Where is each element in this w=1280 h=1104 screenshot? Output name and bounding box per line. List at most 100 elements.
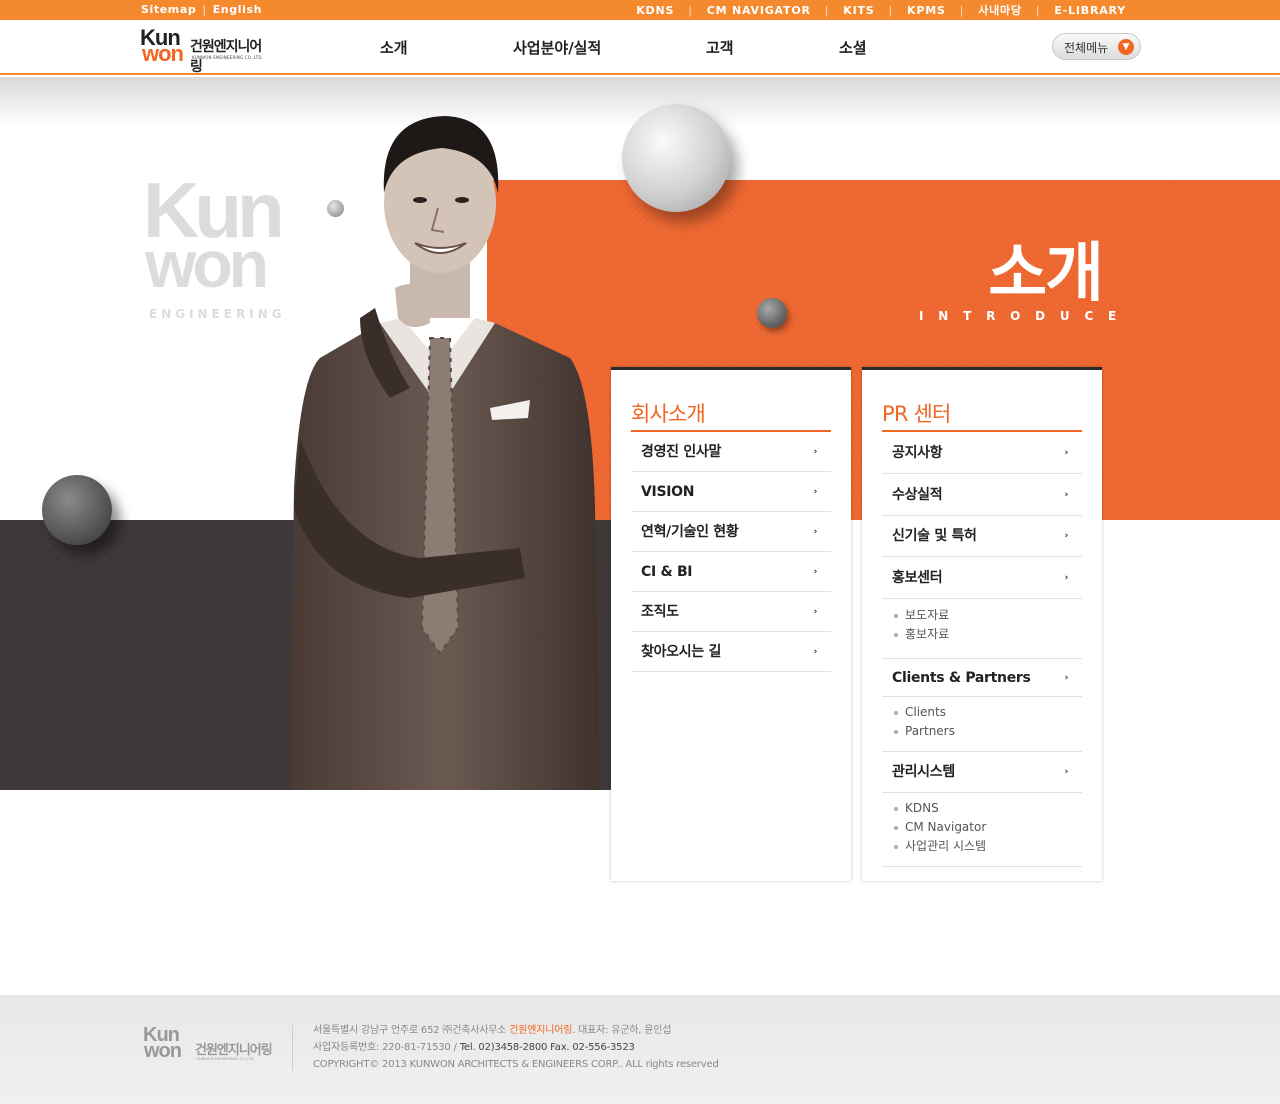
footer-contact-line: 사업자등록번호: 220-81-71530 / Tel. 02)3458-280… bbox=[313, 1039, 719, 1056]
menu-item-clients-partners[interactable]: Clients & Partners › bbox=[882, 659, 1082, 697]
menu-item-label: 연혁/기술인 현황 bbox=[641, 524, 739, 540]
menu-item-label: 찾아오시는 길 bbox=[641, 644, 722, 660]
all-menu-label: 전체메뉴 bbox=[1064, 41, 1109, 55]
arrow-right-icon: › bbox=[1064, 448, 1069, 458]
footer-info: 서울특별시 강남구 언주로 652 ㈜건축사사무소 건원엔지니어링. 대표자: … bbox=[313, 1022, 719, 1073]
footer-logo-bottom: won bbox=[144, 1040, 182, 1062]
company-menu-title: 회사소개 bbox=[631, 370, 831, 432]
footer: Kun won 건원엔지니어링 KUNWON ENGINEERING CO.,L… bbox=[0, 995, 1280, 1104]
large-sphere bbox=[622, 104, 730, 212]
footer-logo-english: KUNWON ENGINEERING CO.,LTD. bbox=[197, 1057, 255, 1061]
menu-item-label: 경영진 인사말 bbox=[641, 444, 722, 460]
submenu-promo-materials[interactable]: 홍보자료 bbox=[892, 625, 1082, 644]
cm-navigator-link[interactable]: CM NAVIGATOR bbox=[707, 4, 811, 17]
menu-item-label: 신기술 및 특허 bbox=[892, 528, 977, 544]
chevron-down-icon: ▼ bbox=[1118, 39, 1134, 55]
menu-item-label: 조직도 bbox=[641, 604, 679, 620]
menu-item-label: 공지사항 bbox=[892, 445, 943, 461]
logo-mark-bottom: won bbox=[142, 41, 184, 66]
kdns-link[interactable]: KDNS bbox=[636, 4, 674, 17]
gnb-clients[interactable]: 고객 bbox=[706, 37, 734, 58]
menu-item-directions[interactable]: 찾아오시는 길 › bbox=[631, 632, 831, 672]
arrow-right-icon: › bbox=[813, 607, 818, 617]
menu-item-organization[interactable]: 조직도 › bbox=[631, 592, 831, 632]
menu-item-label: VISION bbox=[641, 484, 695, 500]
model-portrait bbox=[290, 116, 600, 790]
gnb-social[interactable]: 소셜 bbox=[839, 37, 867, 58]
dark-sphere bbox=[42, 475, 112, 545]
menu-item-awards[interactable]: 수상실적 › bbox=[882, 474, 1082, 516]
footer-tel-fax: Tel. 02)3458-2800 Fax. 02-556-3523 bbox=[459, 1042, 635, 1053]
separator: | bbox=[1035, 3, 1041, 17]
arrow-right-icon: › bbox=[813, 447, 818, 457]
separator: | bbox=[959, 3, 965, 17]
systems-submenu: KDNS CM Navigator 사업관리 시스템 bbox=[882, 793, 1082, 867]
arrow-right-icon: › bbox=[1064, 673, 1069, 683]
separator: | bbox=[888, 3, 894, 17]
separator: | bbox=[824, 3, 830, 17]
menu-item-notice[interactable]: 공지사항 › bbox=[882, 432, 1082, 474]
menu-item-label: 홍보센터 bbox=[892, 570, 943, 586]
menu-item-label: CI & BI bbox=[641, 564, 693, 580]
footer-logo: Kun won 건원엔지니어링 KUNWON ENGINEERING CO.,L… bbox=[143, 1025, 283, 1066]
sitemap-link[interactable]: Sitemap bbox=[141, 3, 196, 16]
menu-item-vision[interactable]: VISION › bbox=[631, 472, 831, 512]
utility-right: KDNS | CM NAVIGATOR | KITS | KPMS | 사내마당… bbox=[636, 2, 1126, 18]
gnb-business[interactable]: 사업분야/실적 bbox=[513, 37, 601, 58]
pr-menu-title: PR 센터 bbox=[882, 370, 1082, 432]
arrow-right-icon: › bbox=[813, 567, 818, 577]
footer-divider bbox=[292, 1025, 293, 1071]
page-title: 소개 bbox=[988, 237, 1104, 311]
menu-item-label: 수상실적 bbox=[892, 487, 943, 503]
menu-item-ci-bi[interactable]: CI & BI › bbox=[631, 552, 831, 592]
footer-logo-korean: 건원엔지니어링 bbox=[195, 1043, 273, 1058]
arrow-right-icon: › bbox=[1064, 531, 1069, 541]
e-library-link[interactable]: E-LIBRARY bbox=[1054, 4, 1126, 17]
menu-item-history[interactable]: 연혁/기술인 현황 › bbox=[631, 512, 831, 552]
arrow-right-icon: › bbox=[813, 527, 818, 537]
footer-address: 서울특별시 강남구 언주로 652 ㈜건축사사무소 bbox=[313, 1025, 510, 1036]
promo-submenu: 보도자료 홍보자료 bbox=[882, 599, 1082, 659]
page-subtitle: INTRODUCE bbox=[919, 309, 1132, 323]
intranet-link[interactable]: 사내마당 bbox=[978, 2, 1022, 18]
submenu-cm-navigator[interactable]: CM Navigator bbox=[892, 818, 1082, 837]
site-logo[interactable]: Kun won 건원엔지니어링 KUNWON ENGINEERING CO.,L… bbox=[140, 27, 270, 76]
utility-left: Sitemap | English bbox=[141, 3, 262, 16]
kpms-link[interactable]: KPMS bbox=[907, 4, 946, 17]
submenu-project-management[interactable]: 사업관리 시스템 bbox=[892, 837, 1082, 856]
utility-bar: Sitemap | English KDNS | CM NAVIGATOR | … bbox=[0, 0, 1280, 20]
submenu-partners[interactable]: Partners bbox=[892, 722, 1082, 741]
arrow-right-icon: › bbox=[813, 647, 818, 657]
arrow-right-icon: › bbox=[1064, 490, 1069, 500]
kits-link[interactable]: KITS bbox=[843, 4, 874, 17]
watermark-line3: ENGINEERING bbox=[149, 307, 286, 321]
arrow-right-icon: › bbox=[1064, 573, 1069, 583]
menu-item-patents[interactable]: 신기술 및 특허 › bbox=[882, 516, 1082, 557]
submenu-clients[interactable]: Clients bbox=[892, 703, 1082, 722]
submenu-press[interactable]: 보도자료 bbox=[892, 606, 1082, 625]
pr-menu-box: PR 센터 공지사항 › 수상실적 › 신기술 및 특허 › 홍보센터 › 보도… bbox=[862, 367, 1102, 881]
gnb-intro[interactable]: 소개 bbox=[380, 37, 408, 58]
menu-item-promo-center[interactable]: 홍보센터 › bbox=[882, 557, 1082, 599]
company-menu-box: 회사소개 경영진 인사말 › VISION › 연혁/기술인 현황 › CI &… bbox=[611, 367, 851, 881]
mid-sphere bbox=[757, 298, 787, 328]
footer-company: 건원엔지니어링 bbox=[509, 1025, 573, 1036]
submenu-kdns[interactable]: KDNS bbox=[892, 799, 1082, 818]
logo-english: KUNWON ENGINEERING CO.,LTD. bbox=[192, 55, 264, 60]
footer-biz-number: 사업자등록번호: 220-81-71530 / bbox=[313, 1042, 460, 1053]
header: Kun won 건원엔지니어링 KUNWON ENGINEERING CO.,L… bbox=[0, 20, 1280, 75]
footer-copyright: COPYRIGHT© 2013 KUNWON ARCHITECTS & ENGI… bbox=[313, 1059, 719, 1070]
footer-address-line: 서울특별시 강남구 언주로 652 ㈜건축사사무소 건원엔지니어링. 대표자: … bbox=[313, 1022, 719, 1039]
english-link[interactable]: English bbox=[213, 3, 262, 16]
footer-ceo: . 대표자: 유군하, 윤인섭 bbox=[572, 1025, 672, 1036]
watermark-line2: won bbox=[145, 227, 269, 301]
separator: | bbox=[202, 3, 207, 16]
menu-item-systems[interactable]: 관리시스템 › bbox=[882, 752, 1082, 793]
clients-submenu: Clients Partners bbox=[882, 697, 1082, 752]
all-menu-button[interactable]: 전체메뉴 ▼ bbox=[1052, 33, 1141, 60]
separator: | bbox=[688, 3, 693, 17]
menu-item-label: 관리시스템 bbox=[892, 764, 955, 780]
menu-item-greeting[interactable]: 경영진 인사말 › bbox=[631, 432, 831, 472]
menu-item-label: Clients & Partners bbox=[892, 670, 1031, 686]
arrow-right-icon: › bbox=[1064, 767, 1069, 777]
